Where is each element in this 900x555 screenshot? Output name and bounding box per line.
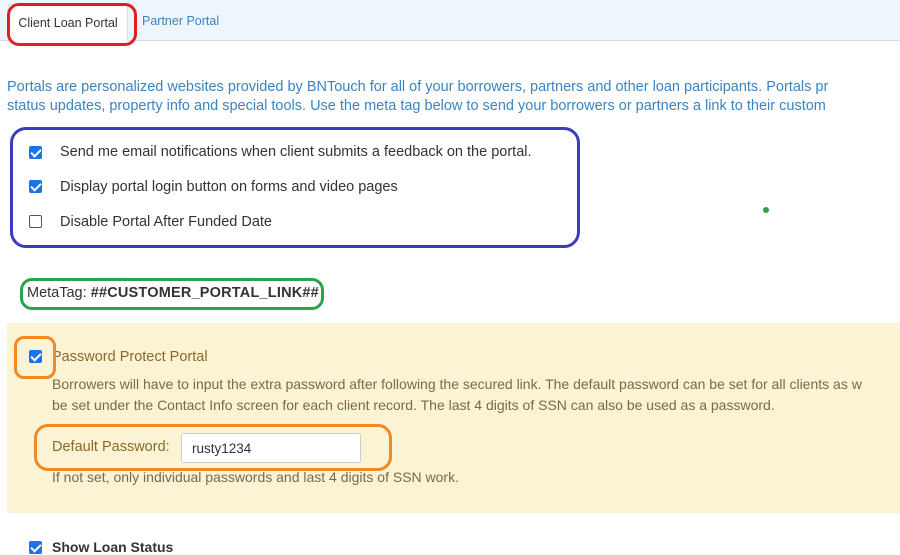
email-notifications-label: Send me email notifications when client … — [60, 144, 532, 160]
display-login-button-checkbox[interactable] — [29, 180, 42, 193]
default-password-label: Default Password: — [52, 439, 170, 455]
show-loan-status-checkbox[interactable] — [29, 541, 42, 554]
disable-portal-checkbox[interactable] — [29, 215, 42, 228]
tab-partner-portal[interactable]: Partner Portal — [142, 0, 219, 40]
password-protect-label: Password Protect Portal — [52, 349, 208, 365]
portal-intro-text: Portals are personalized websites provid… — [7, 78, 900, 116]
default-password-input[interactable] — [181, 433, 361, 463]
default-password-note: If not set, only individual passwords an… — [52, 469, 459, 485]
display-login-button-label: Display portal login button on forms and… — [60, 179, 398, 195]
disable-portal-label: Disable Portal After Funded Date — [60, 214, 272, 230]
password-protect-checkbox[interactable] — [29, 350, 42, 363]
metatag-row: MetaTag: ##CUSTOMER_PORTAL_LINK## — [27, 285, 319, 301]
intro-line-2: status updates, property info and specia… — [7, 98, 826, 114]
password-protect-description: Borrowers will have to input the extra p… — [52, 374, 862, 416]
green-dot-marker — [763, 207, 769, 213]
password-desc-line-2: be set under the Contact Info screen for… — [52, 397, 775, 413]
portal-tab-bar: Client Loan Portal Partner Portal — [0, 0, 900, 41]
intro-line-1: Portals are personalized websites provid… — [7, 79, 829, 95]
show-loan-status-label: Show Loan Status — [52, 539, 174, 555]
metatag-label: MetaTag: — [27, 285, 87, 301]
metatag-value: ##CUSTOMER_PORTAL_LINK## — [90, 285, 319, 301]
password-desc-line-1: Borrowers will have to input the extra p… — [52, 376, 862, 392]
email-notifications-checkbox[interactable] — [29, 146, 42, 159]
tab-client-loan-portal[interactable]: Client Loan Portal — [8, 4, 128, 41]
